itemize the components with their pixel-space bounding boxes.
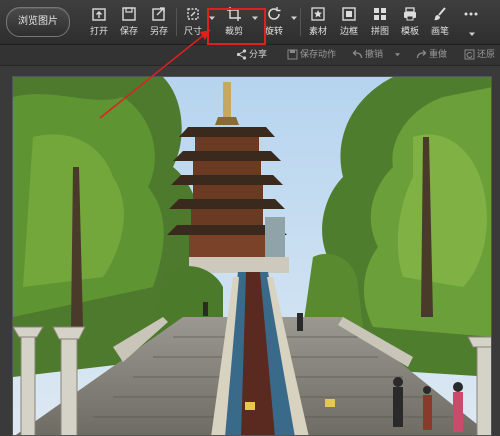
brush-icon	[425, 4, 455, 24]
open-label: 打开	[89, 27, 108, 37]
undo-icon	[352, 50, 363, 59]
redo-label: 重做	[429, 50, 448, 60]
pagoda-photo	[13, 77, 491, 435]
collage-button[interactable]: 拼图	[365, 4, 395, 42]
open-button[interactable]: 打开	[84, 4, 114, 42]
canvas-area	[0, 66, 500, 436]
size-button[interactable]: 尺寸	[178, 4, 208, 42]
share-button[interactable]: 分享	[236, 48, 267, 62]
star-icon	[303, 4, 333, 24]
open-icon	[84, 4, 114, 24]
share-icon	[236, 49, 247, 60]
redo-icon	[416, 50, 427, 59]
resize-icon	[178, 4, 208, 24]
main-toolbar: 浏览图片 打开 保存 另存 尺寸 裁剪 旋转 素材 边框 拼图 模板 画笔	[0, 0, 500, 45]
toolbar-divider	[300, 8, 301, 36]
template-button[interactable]: 模板	[395, 4, 425, 42]
save-as-icon	[144, 4, 174, 24]
brush-label: 画笔	[430, 27, 449, 37]
brush-button[interactable]: 画笔	[425, 4, 455, 42]
crop-highlight-box	[207, 8, 266, 45]
size-label: 尺寸	[183, 27, 202, 37]
more-dropdown-icon[interactable]	[468, 30, 476, 38]
save-label: 保存	[119, 27, 138, 37]
restore-button[interactable]: 还原	[464, 48, 495, 62]
border-button[interactable]: 边框	[334, 4, 364, 42]
more-icon	[456, 4, 486, 24]
save-icon	[114, 4, 144, 24]
grid-icon	[365, 4, 395, 24]
save-as-button[interactable]: 另存	[144, 4, 174, 42]
material-button[interactable]: 素材	[303, 4, 333, 42]
restore-label: 还原	[477, 50, 496, 60]
undo-button[interactable]: 撤销	[352, 48, 403, 62]
save-action-icon	[287, 49, 298, 60]
save-action-button[interactable]: 保存动作	[287, 48, 336, 62]
share-label: 分享	[249, 50, 268, 60]
material-label: 素材	[308, 27, 327, 37]
photo-canvas[interactable]	[12, 76, 492, 436]
save-action-label: 保存动作	[300, 50, 337, 60]
rotate-dropdown-icon[interactable]	[290, 14, 298, 22]
save-button[interactable]: 保存	[114, 4, 144, 42]
undo-label: 撤销	[365, 50, 384, 60]
undo-dropdown-icon[interactable]	[394, 51, 401, 58]
secondary-toolbar: 分享 保存动作 撤销 重做 还原	[0, 45, 500, 66]
restore-icon	[464, 49, 475, 60]
frame-icon	[334, 4, 364, 24]
collage-label: 拼图	[370, 27, 389, 37]
redo-button[interactable]: 重做	[416, 48, 447, 62]
template-label: 模板	[400, 27, 419, 37]
browse-images-button[interactable]: 浏览图片	[6, 7, 70, 37]
border-label: 边框	[339, 27, 358, 37]
toolbar-divider	[176, 8, 177, 36]
save-as-label: 另存	[149, 27, 168, 37]
printer-icon	[395, 4, 425, 24]
